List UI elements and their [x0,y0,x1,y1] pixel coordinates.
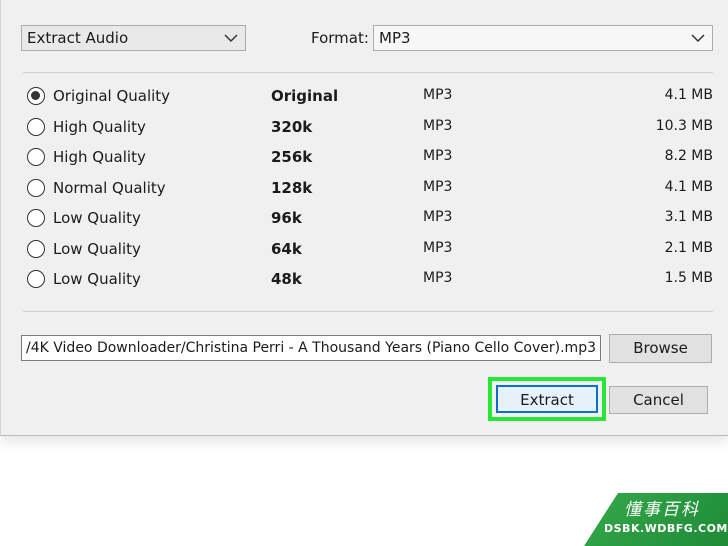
watermark-logo: 懂事百科 DSBK.WDBFG.COM [584,493,728,546]
radio-button[interactable] [27,239,45,258]
file-size: 10.3 MB [655,117,713,134]
bitrate-value: Original [271,87,339,105]
format-value: MP3 [423,270,453,286]
quality-label: High Quality [53,148,146,166]
quality-option-row[interactable]: Low Quality 64k MP3 2.1 MB [25,237,715,261]
watermark-url: DSBK.WDBFG.COM [604,522,728,535]
divider [23,72,713,73]
quality-option-row[interactable]: High Quality 320k MP3 10.3 MB [25,115,715,139]
quality-label: Low Quality [53,270,141,288]
quality-label: High Quality [53,117,146,136]
format-value: MP3 [423,209,453,225]
bitrate-value: 320k [271,117,313,136]
bitrate-value: 48k [271,270,302,288]
divider [23,311,713,312]
output-path-input[interactable] [21,335,601,361]
format-value: MP3 [423,117,453,134]
quality-option-row[interactable]: Low Quality 48k MP3 1.5 MB [25,267,715,291]
bitrate-value: 128k [271,178,313,197]
format-value: MP3 [423,178,453,195]
radio-button[interactable] [27,148,45,166]
format-value: MP3 [423,148,453,164]
format-value: MP3 [423,239,453,256]
format-value: MP3 [423,87,453,103]
radio-button[interactable] [27,117,45,136]
file-size: 4.1 MB [664,178,713,195]
quality-option-row[interactable]: Low Quality 96k MP3 3.1 MB [25,206,715,230]
watermark-cn: 懂事百科 [624,500,700,520]
quality-label: Low Quality [53,239,141,258]
quality-option-row[interactable]: Original Quality Original MP3 4.1 MB [25,84,715,108]
mode-select[interactable]: Extract Audio [21,25,246,51]
mode-select-value: Extract Audio [27,29,129,47]
format-select-value: MP3 [379,29,411,47]
format-select[interactable]: MP3 [373,25,713,51]
file-size: 2.1 MB [664,239,713,256]
file-size: 4.1 MB [664,87,713,103]
bitrate-value: 96k [271,209,302,227]
radio-button[interactable] [27,209,45,227]
radio-button[interactable] [27,270,45,288]
extract-button[interactable]: Extract [496,385,598,413]
quality-label: Original Quality [53,87,171,105]
extract-button-highlight: Extract [488,377,606,421]
radio-button[interactable] [27,178,45,197]
quality-option-row[interactable]: High Quality 256k MP3 8.2 MB [25,145,715,169]
cancel-button[interactable]: Cancel [609,386,708,414]
chevron-down-icon [691,34,705,43]
format-label: Format: [311,29,369,47]
quality-option-row[interactable]: Normal Quality 128k MP3 4.1 MB [25,176,715,200]
browse-button[interactable]: Browse [609,334,712,363]
radio-button[interactable] [27,87,45,105]
chevron-down-icon [224,34,238,43]
file-size: 3.1 MB [664,209,713,225]
file-size: 1.5 MB [664,270,713,286]
bitrate-value: 256k [271,148,313,166]
quality-label: Normal Quality [53,178,166,197]
bitrate-value: 64k [271,239,302,258]
file-size: 8.2 MB [664,148,713,164]
quality-label: Low Quality [53,209,141,227]
extract-audio-dialog: Extract Audio Format: MP3 Original Quali… [0,0,728,436]
